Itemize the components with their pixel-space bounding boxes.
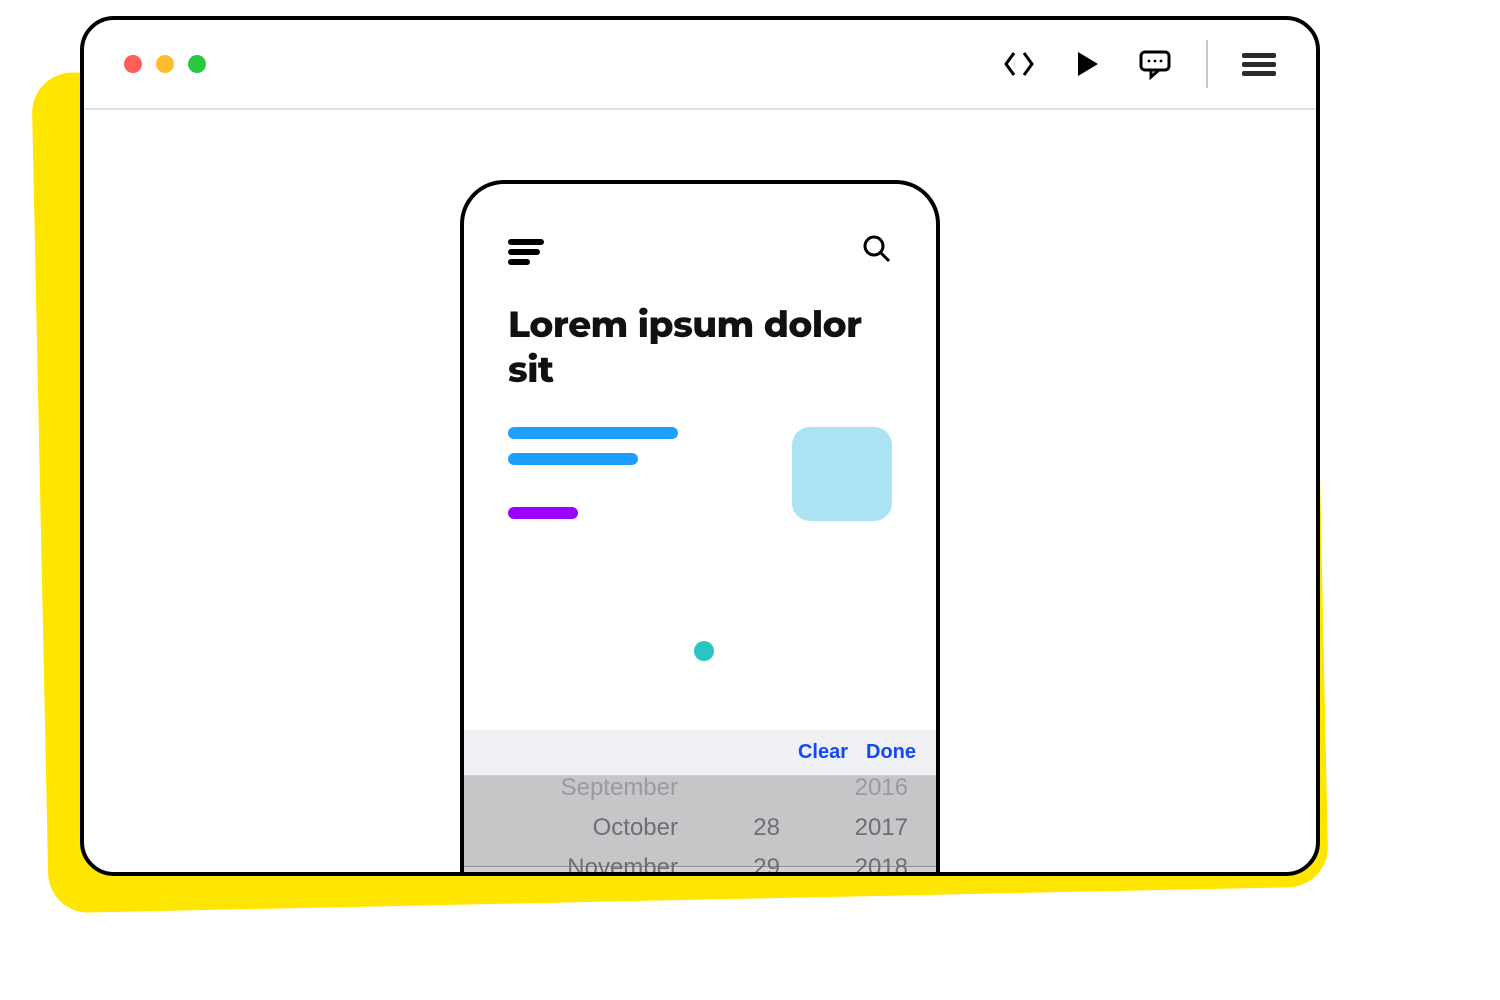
picker-day: 28 xyxy=(700,814,780,842)
search-icon[interactable] xyxy=(862,234,892,269)
date-picker-row[interactable]: September 2016 xyxy=(464,776,936,808)
titlebar-actions xyxy=(1002,40,1276,88)
picker-year: 2016 xyxy=(798,776,908,802)
close-window-button[interactable] xyxy=(124,55,142,73)
phone-mock: Lorem ipsum dolor sit Clear Done Septemb… xyxy=(460,180,940,876)
picker-day: 29 xyxy=(700,854,780,876)
cursor-indicator-icon xyxy=(694,641,714,661)
picker-month: October xyxy=(464,814,682,842)
window-controls xyxy=(124,55,206,73)
picker-year: 2017 xyxy=(798,814,908,842)
date-picker-done-button[interactable]: Done xyxy=(866,741,916,764)
placeholder-line xyxy=(508,427,678,439)
phone-content-placeholder xyxy=(464,393,936,521)
placeholder-accent-line xyxy=(508,507,578,519)
phone-header xyxy=(464,184,936,269)
code-icon[interactable] xyxy=(1002,47,1036,81)
placeholder-image-box xyxy=(792,427,892,521)
browser-titlebar xyxy=(84,20,1316,110)
placeholder-line xyxy=(508,453,638,465)
picker-year: 2018 xyxy=(798,854,908,876)
picker-month: November xyxy=(464,854,682,876)
picker-month: September xyxy=(464,776,682,802)
page-title: Lorem ipsum dolor sit xyxy=(464,269,936,393)
date-picker-row[interactable]: November 29 2018 xyxy=(464,848,936,876)
minimize-window-button[interactable] xyxy=(156,55,174,73)
titlebar-divider xyxy=(1206,40,1208,88)
hamburger-menu-icon[interactable] xyxy=(1242,49,1276,80)
date-picker-clear-button[interactable]: Clear xyxy=(798,741,848,764)
browser-window: Lorem ipsum dolor sit Clear Done Septemb… xyxy=(80,16,1320,876)
maximize-window-button[interactable] xyxy=(188,55,206,73)
date-picker-sheet: Clear Done September 2016 October 28 201… xyxy=(464,730,936,876)
comment-icon[interactable] xyxy=(1138,47,1172,81)
placeholder-text-lines xyxy=(508,427,678,519)
play-icon[interactable] xyxy=(1070,47,1104,81)
date-picker-toolbar: Clear Done xyxy=(464,730,936,776)
date-picker-row[interactable]: October 28 2017 xyxy=(464,808,936,848)
date-picker-wheels[interactable]: September 2016 October 28 2017 November … xyxy=(464,776,936,876)
phone-menu-icon[interactable] xyxy=(508,235,544,269)
